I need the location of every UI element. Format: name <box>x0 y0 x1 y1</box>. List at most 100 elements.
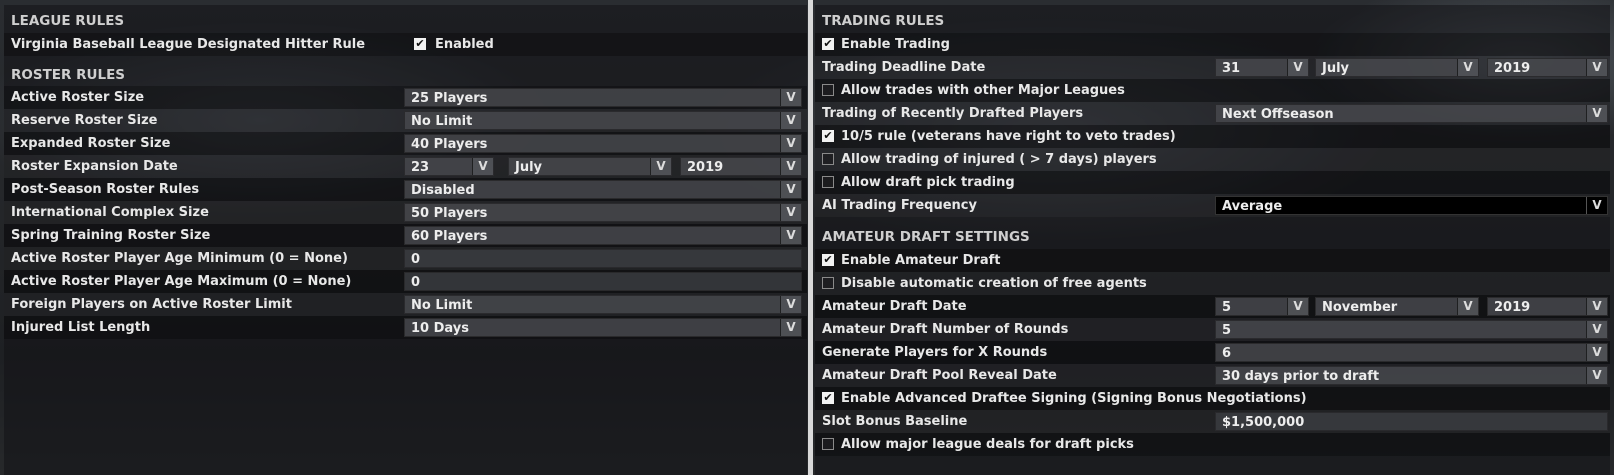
spring-training-row: Spring Training Roster Size 60 Players V <box>4 224 807 247</box>
recent-drafted-label: Trading of Recently Drafted Players <box>822 106 1084 121</box>
chevron-down-icon[interactable]: V <box>780 319 801 336</box>
major-league-deals-checkbox[interactable] <box>822 438 834 450</box>
trading-deadline-year-select[interactable]: 2019 V <box>1487 58 1608 77</box>
recent-drafted-row: Trading of Recently Drafted Players Next… <box>815 102 1610 125</box>
active-roster-size-select[interactable]: 25 Players V <box>404 88 802 107</box>
dh-rule-checkbox[interactable]: ✔ <box>414 38 426 50</box>
draft-date-row: Amateur Draft Date 5 V November V 2019 V <box>815 295 1610 318</box>
disable-auto-fa-label: Disable automatic creation of free agent… <box>841 276 1147 291</box>
foreign-players-label: Foreign Players on Active Roster Limit <box>11 297 292 312</box>
ai-frequency-select[interactable]: Average V <box>1215 196 1608 215</box>
spring-training-value: 60 Players <box>411 229 488 244</box>
draft-rounds-label: Amateur Draft Number of Rounds <box>822 322 1069 337</box>
chevron-down-icon[interactable]: V <box>1287 298 1308 315</box>
international-complex-value: 50 Players <box>411 206 488 221</box>
chevron-down-icon[interactable]: V <box>1457 59 1478 76</box>
enable-draft-checkbox[interactable]: ✔ <box>822 254 834 266</box>
chevron-down-icon[interactable]: V <box>1586 367 1607 384</box>
chevron-down-icon[interactable]: V <box>780 204 801 221</box>
slot-bonus-input[interactable]: $1,500,000 <box>1215 412 1608 431</box>
trading-rules-title: TRADING RULES <box>822 13 945 29</box>
chevron-down-icon[interactable]: V <box>1586 105 1607 122</box>
draft-month-value: November <box>1322 300 1398 315</box>
dh-rule-label: Virginia Baseball League Designated Hitt… <box>11 37 366 52</box>
ai-frequency-row: AI Trading Frequency Average V <box>815 194 1610 217</box>
reserve-roster-size-select[interactable]: No Limit V <box>404 111 802 130</box>
right-panel: TRADING RULES ✔ Enable Trading Trading D… <box>815 5 1610 475</box>
trading-deadline-month-select[interactable]: July V <box>1315 58 1479 77</box>
age-max-input[interactable]: 0 <box>404 272 802 291</box>
pool-reveal-label: Amateur Draft Pool Reveal Date <box>822 368 1057 383</box>
gen-players-select[interactable]: 6 V <box>1215 343 1608 362</box>
allow-draft-pick-checkbox[interactable] <box>822 176 834 188</box>
trading-deadline-day-select[interactable]: 31 V <box>1215 58 1309 77</box>
chevron-down-icon[interactable]: V <box>780 135 801 152</box>
pool-reveal-select[interactable]: 30 days prior to draft V <box>1215 366 1608 385</box>
international-complex-select[interactable]: 50 Players V <box>404 203 802 222</box>
advanced-signing-row: ✔ Enable Advanced Draftee Signing (Signi… <box>815 387 1610 410</box>
spring-training-select[interactable]: 60 Players V <box>404 226 802 245</box>
roster-expansion-month-select[interactable]: July V <box>508 157 672 176</box>
draft-rounds-select[interactable]: 5 V <box>1215 320 1608 339</box>
ten-five-rule-row: ✔ 10/5 rule (veterans have right to veto… <box>815 125 1610 148</box>
draft-year-select[interactable]: 2019 V <box>1487 297 1608 316</box>
age-min-row: Active Roster Player Age Minimum (0 = No… <box>4 247 807 270</box>
age-max-value: 0 <box>411 275 421 290</box>
roster-expansion-day-value: 23 <box>411 160 430 175</box>
draft-day-select[interactable]: 5 V <box>1215 297 1309 316</box>
roster-expansion-day-select[interactable]: 23 V <box>404 157 494 176</box>
international-complex-row: International Complex Size 50 Players V <box>4 201 807 224</box>
chevron-down-icon[interactable]: V <box>1586 321 1607 338</box>
chevron-down-icon[interactable]: V <box>472 158 493 175</box>
disable-auto-fa-checkbox[interactable] <box>822 277 834 289</box>
gen-players-row: Generate Players for X Rounds 6 V <box>815 341 1610 364</box>
chevron-down-icon[interactable]: V <box>1586 59 1607 76</box>
recent-drafted-select[interactable]: Next Offseason V <box>1215 104 1608 123</box>
chevron-down-icon[interactable]: V <box>780 112 801 129</box>
chevron-down-icon[interactable]: V <box>780 158 801 175</box>
draft-day-value: 5 <box>1222 300 1232 315</box>
ten-five-rule-label: 10/5 rule (veterans have right to veto t… <box>841 129 1176 144</box>
chevron-down-icon[interactable]: V <box>1586 298 1607 315</box>
chevron-down-icon[interactable]: V <box>1457 298 1478 315</box>
chevron-down-icon[interactable]: V <box>1287 59 1308 76</box>
reserve-roster-size-value: No Limit <box>411 114 473 129</box>
draft-date-label: Amateur Draft Date <box>822 299 967 314</box>
chevron-down-icon[interactable]: V <box>1586 344 1607 361</box>
chevron-down-icon[interactable]: V <box>780 181 801 198</box>
advanced-signing-checkbox[interactable]: ✔ <box>822 392 834 404</box>
allow-draft-pick-row: Allow draft pick trading <box>815 171 1610 194</box>
left-panel: LEAGUE RULES Virginia Baseball League De… <box>4 5 807 475</box>
age-max-row: Active Roster Player Age Maximum (0 = No… <box>4 270 807 293</box>
trading-deadline-day-value: 31 <box>1222 61 1241 76</box>
active-roster-size-row: Active Roster Size 25 Players V <box>4 86 807 109</box>
chevron-down-icon[interactable]: V <box>650 158 671 175</box>
expanded-roster-size-row: Expanded Roster Size 40 Players V <box>4 132 807 155</box>
ten-five-rule-checkbox[interactable]: ✔ <box>822 130 834 142</box>
international-complex-label: International Complex Size <box>11 205 209 220</box>
active-roster-size-label: Active Roster Size <box>11 90 145 105</box>
enable-trading-checkbox[interactable]: ✔ <box>822 38 834 50</box>
roster-expansion-year-value: 2019 <box>687 160 724 175</box>
roster-expansion-year-select[interactable]: 2019 V <box>680 157 802 176</box>
post-season-roster-select[interactable]: Disabled V <box>404 180 802 199</box>
age-min-input[interactable]: 0 <box>404 249 802 268</box>
chevron-down-icon[interactable]: V <box>1586 197 1607 214</box>
trading-deadline-month-value: July <box>1322 61 1350 76</box>
injured-list-row: Injured List Length 10 Days V <box>4 316 807 339</box>
check-icon: ✔ <box>823 129 833 142</box>
chevron-down-icon[interactable]: V <box>780 296 801 313</box>
chevron-down-icon[interactable]: V <box>780 227 801 244</box>
draft-month-select[interactable]: November V <box>1315 297 1479 316</box>
advanced-signing-label: Enable Advanced Draftee Signing (Signing… <box>841 391 1307 406</box>
foreign-players-select[interactable]: No Limit V <box>404 295 802 314</box>
disable-auto-fa-row: Disable automatic creation of free agent… <box>815 272 1610 295</box>
trading-deadline-row: Trading Deadline Date 31 V July V 2019 V <box>815 56 1610 79</box>
allow-injured-checkbox[interactable] <box>822 153 834 165</box>
allow-injured-label: Allow trading of injured ( > 7 days) pla… <box>841 152 1157 167</box>
major-league-deals-label: Allow major league deals for draft picks <box>841 437 1134 452</box>
expanded-roster-size-select[interactable]: 40 Players V <box>404 134 802 153</box>
chevron-down-icon[interactable]: V <box>780 89 801 106</box>
allow-other-leagues-checkbox[interactable] <box>822 84 834 96</box>
injured-list-select[interactable]: 10 Days V <box>404 318 802 337</box>
